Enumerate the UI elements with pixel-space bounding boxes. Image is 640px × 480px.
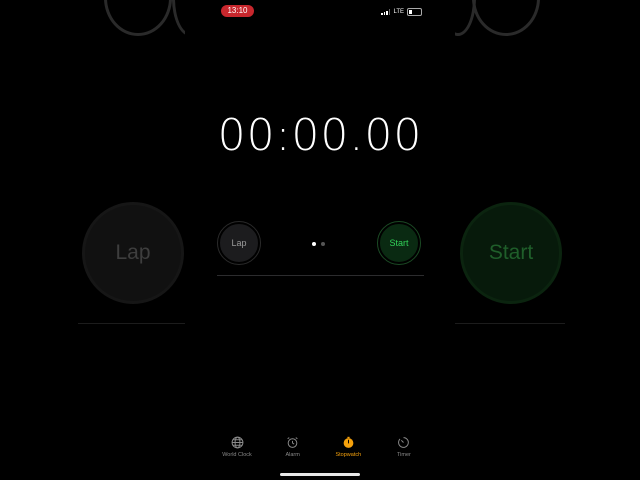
stopwatch-time-display: 00:00.00	[217, 110, 423, 161]
background-start-circle: Start	[460, 202, 562, 304]
cellular-signal-icon	[381, 9, 391, 15]
tab-alarm[interactable]: Alarm	[269, 436, 317, 458]
laps-divider	[217, 275, 424, 276]
status-bar-time[interactable]: 13:10	[221, 5, 254, 17]
page-dot-1[interactable]	[312, 242, 316, 246]
lap-button-label: Lap	[231, 238, 247, 248]
tab-stopwatch[interactable]: Stopwatch	[324, 436, 372, 458]
background-divider-left	[78, 323, 185, 324]
start-button-label: Start	[389, 238, 409, 248]
tab-world-clock[interactable]: World Clock	[213, 436, 261, 458]
home-indicator[interactable]	[280, 473, 360, 476]
phone-screen: 13:10 LTE 00:00.00 Lap Start World Clock…	[185, 0, 455, 480]
timer-icon	[398, 437, 410, 448]
page-dot-2[interactable]	[321, 242, 325, 246]
tab-bar: World Clock Alarm Stopwatch Timer	[213, 436, 428, 458]
globe-icon	[231, 436, 243, 449]
tab-label-alarm: Alarm	[285, 452, 300, 458]
background-lap-label: Lap	[115, 241, 151, 264]
tab-label-world-clock: World Clock	[222, 452, 252, 458]
start-button[interactable]: Start	[377, 221, 421, 265]
battery-icon	[407, 8, 422, 16]
stopwatch-icon	[343, 436, 354, 448]
alarm-clock-icon	[287, 437, 298, 448]
background-start-label: Start	[488, 241, 534, 264]
status-bar-indicators: LTE	[381, 7, 422, 17]
background-ring-left	[104, 0, 172, 36]
page-indicator[interactable]	[312, 242, 325, 246]
tab-timer[interactable]: Timer	[380, 436, 428, 458]
lap-button[interactable]: Lap	[217, 221, 261, 265]
background-divider-right	[455, 323, 565, 324]
network-label: LTE	[393, 9, 404, 15]
tab-label-stopwatch: Stopwatch	[335, 452, 362, 458]
background-lap-circle: Lap	[82, 202, 184, 304]
tab-label-timer: Timer	[397, 452, 411, 458]
background-ring-right-2	[472, 0, 540, 36]
screen-recording-frame: Lap Start 13:10 LTE 00:00.00 Lap Start W…	[0, 0, 640, 480]
